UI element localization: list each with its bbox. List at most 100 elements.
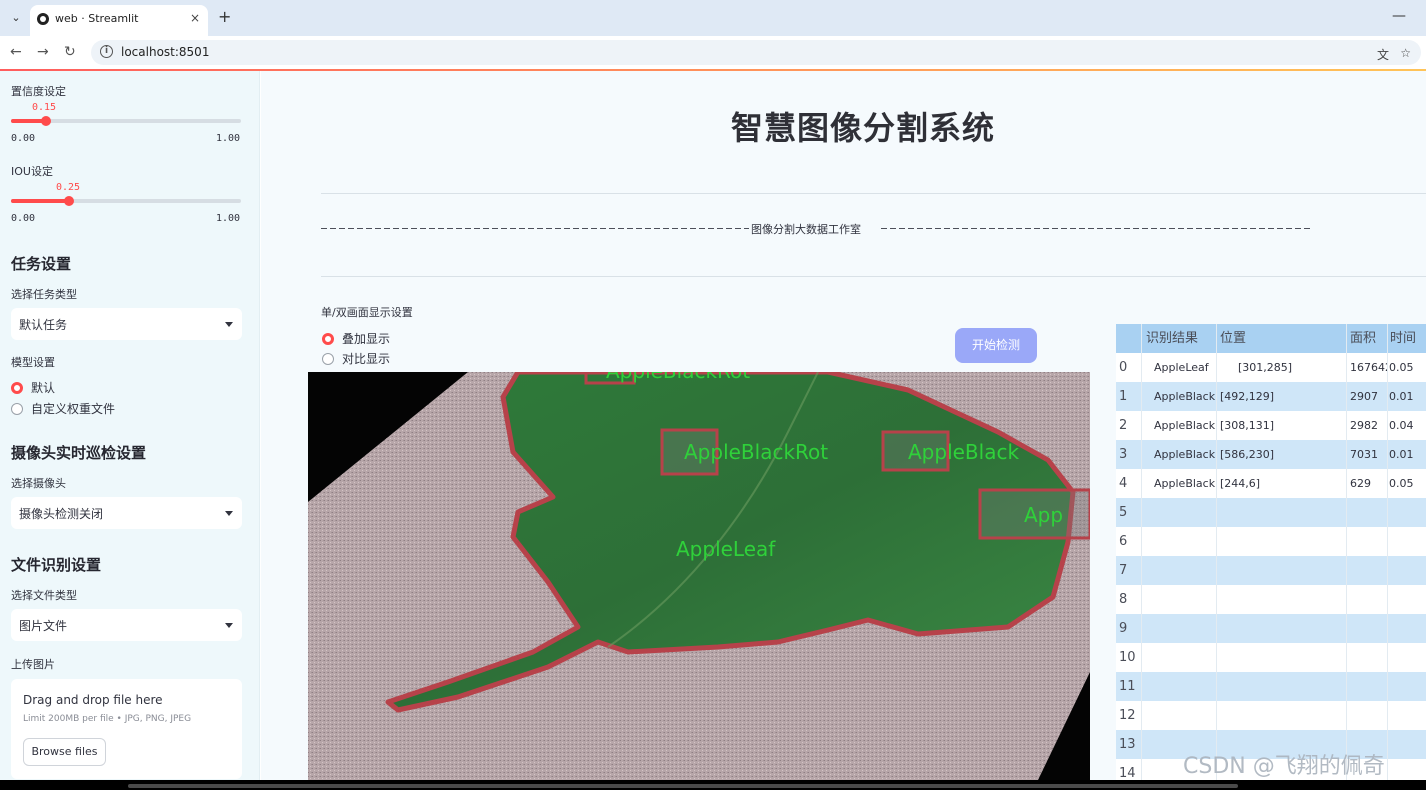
browser-tab[interactable]: web · Streamlit × xyxy=(30,5,208,36)
cell-idx: 2 xyxy=(1119,418,1128,433)
divider xyxy=(321,276,1426,277)
model-radio-custom[interactable]: 自定义权重文件 xyxy=(11,400,115,417)
start-detection-button[interactable]: 开始检测 xyxy=(955,328,1037,363)
divider xyxy=(321,193,1426,194)
iou-label: IOU设定 xyxy=(11,165,53,178)
display-radio-overlay[interactable]: 叠加显示 xyxy=(322,330,390,347)
forward-icon[interactable]: → xyxy=(37,43,49,61)
table-row[interactable]: 8 xyxy=(1116,585,1426,614)
camera-heading: 摄像头实时巡检设置 xyxy=(11,444,147,462)
reload-icon[interactable]: ↻ xyxy=(64,43,76,61)
studio-banner: 图像分割大数据工作室 xyxy=(321,221,1311,237)
table-row[interactable]: 5 xyxy=(1116,498,1426,527)
results-table[interactable]: 识别结果 位置 面积 时间 0AppleLeaf[301,285]1676420… xyxy=(1116,324,1426,780)
task-heading: 任务设置 xyxy=(11,255,72,273)
cell-result: AppleBlackRot xyxy=(1154,448,1216,461)
cell-result: AppleBlackRot xyxy=(1154,390,1216,403)
table-row[interactable]: 10 xyxy=(1116,643,1426,672)
cell-area: 7031 xyxy=(1350,448,1378,461)
radio-selected-icon xyxy=(322,332,334,345)
camera-select-label: 选择摄像头 xyxy=(11,477,66,490)
browse-files-button[interactable]: Browse files xyxy=(23,738,106,766)
iou-slider[interactable] xyxy=(11,196,241,206)
column-divider xyxy=(1346,324,1347,780)
file-select-value: 图片文件 xyxy=(19,619,68,633)
task-select[interactable]: 默认任务 xyxy=(11,308,242,340)
cell-area xyxy=(1350,556,1387,585)
model-label: 模型设置 xyxy=(11,356,55,369)
info-icon[interactable]: i xyxy=(100,45,113,58)
sidebar: 置信度设定 0.15 0.00 1.00 IOU设定 0.25 0.00 1.0… xyxy=(0,71,260,780)
cell-time xyxy=(1389,614,1426,643)
cell-time: 0.05 xyxy=(1389,477,1414,490)
cell-area xyxy=(1350,701,1387,730)
camera-select-value: 摄像头检测关闭 xyxy=(19,507,104,521)
url-text[interactable]: localhost:8501 xyxy=(121,45,209,59)
display-option-compare: 对比显示 xyxy=(342,352,391,366)
cell-result: AppleBlackRot xyxy=(1154,477,1216,490)
address-bar[interactable]: i localhost:8501 文 ☆ xyxy=(91,40,1421,65)
chevron-down-icon[interactable]: ⌄ xyxy=(6,8,26,28)
segmentation-result-image: AppleBlackRot AppleBlackRot AppleLeaf Ap… xyxy=(308,372,1090,780)
close-icon[interactable]: × xyxy=(190,11,200,25)
caret-down-icon xyxy=(225,511,233,516)
minimize-icon[interactable]: — xyxy=(1392,8,1406,24)
confidence-min: 0.00 xyxy=(11,133,36,144)
file-select[interactable]: 图片文件 xyxy=(11,609,242,641)
cell-result xyxy=(1154,527,1216,556)
header-position[interactable]: 位置 xyxy=(1220,324,1346,353)
iou-slider-thumb[interactable] xyxy=(63,196,74,206)
tab-title: web · Streamlit xyxy=(55,12,139,25)
table-row[interactable]: 4 AppleBlackRot [244,6] 629 0.05 xyxy=(1116,469,1426,498)
detection-label: AppleLeaf xyxy=(676,537,776,561)
camera-select[interactable]: 摄像头检测关闭 xyxy=(11,497,242,529)
table-row[interactable]: 3 AppleBlackRot [586,230] 7031 0.01 xyxy=(1116,440,1426,469)
task-select-value: 默认任务 xyxy=(19,318,68,332)
display-radio-compare[interactable]: 对比显示 xyxy=(322,350,390,367)
cell-time xyxy=(1389,730,1426,759)
cell-idx: 1 xyxy=(1119,389,1128,404)
table-row[interactable]: 12 xyxy=(1116,701,1426,730)
studio-text: 图像分割大数据工作室 xyxy=(749,221,863,237)
browser-window: ⌄ web · Streamlit × + — ← → ↻ i localhos… xyxy=(0,0,1426,790)
table-row[interactable]: 1 AppleBlackRot [492,129] 2907 0.01 xyxy=(1116,382,1426,411)
star-icon[interactable]: ☆ xyxy=(1400,46,1411,60)
cell-area xyxy=(1350,643,1387,672)
table-row[interactable]: 2 AppleBlackRot [308,131] 2982 0.04 xyxy=(1116,411,1426,440)
cell-pos: [308,131] xyxy=(1220,419,1275,432)
cell-pos xyxy=(1220,585,1346,614)
cell-pos xyxy=(1220,672,1346,701)
radio-unselected-icon xyxy=(322,352,334,365)
horizontal-scrollbar[interactable] xyxy=(128,784,1238,788)
cell-idx: 5 xyxy=(1119,505,1128,520)
back-icon[interactable]: ← xyxy=(10,43,22,61)
cell-pos: [492,129] xyxy=(1220,390,1275,403)
confidence-slider[interactable] xyxy=(11,116,241,126)
translate-icon[interactable]: 文 xyxy=(1377,46,1389,63)
plus-icon[interactable]: + xyxy=(218,8,231,26)
table-row[interactable]: 6 xyxy=(1116,527,1426,556)
cell-result: AppleBlackRot xyxy=(1154,419,1216,432)
cell-idx: 11 xyxy=(1119,679,1136,694)
cell-result xyxy=(1154,498,1216,527)
table-header: 识别结果 位置 面积 时间 xyxy=(1116,324,1426,353)
table-row[interactable]: 9 xyxy=(1116,614,1426,643)
model-radio-default[interactable]: 默认 xyxy=(11,379,55,396)
streamlit-favicon-icon xyxy=(37,13,49,25)
cell-area: 2982 xyxy=(1350,419,1378,432)
header-result[interactable]: 识别结果 xyxy=(1146,324,1216,353)
cell-time xyxy=(1389,643,1426,672)
confidence-slider-thumb[interactable] xyxy=(40,116,51,126)
header-area[interactable]: 面积 xyxy=(1350,324,1388,353)
cell-idx: 8 xyxy=(1119,592,1128,607)
file-uploader[interactable]: Drag and drop file here Limit 200MB per … xyxy=(11,679,242,779)
file-select-label: 选择文件类型 xyxy=(11,589,77,602)
table-row[interactable]: 7 xyxy=(1116,556,1426,585)
table-row[interactable]: 0 AppleLeaf [301,285] 1676420.05 xyxy=(1116,353,1426,382)
display-mode-label: 单/双画面显示设置 xyxy=(321,306,413,319)
cell-pos: [301,285] xyxy=(1238,361,1293,374)
cell-idx: 7 xyxy=(1119,563,1128,578)
cell-pos xyxy=(1220,527,1346,556)
header-time[interactable]: 时间 xyxy=(1390,324,1426,353)
table-row[interactable]: 11 xyxy=(1116,672,1426,701)
